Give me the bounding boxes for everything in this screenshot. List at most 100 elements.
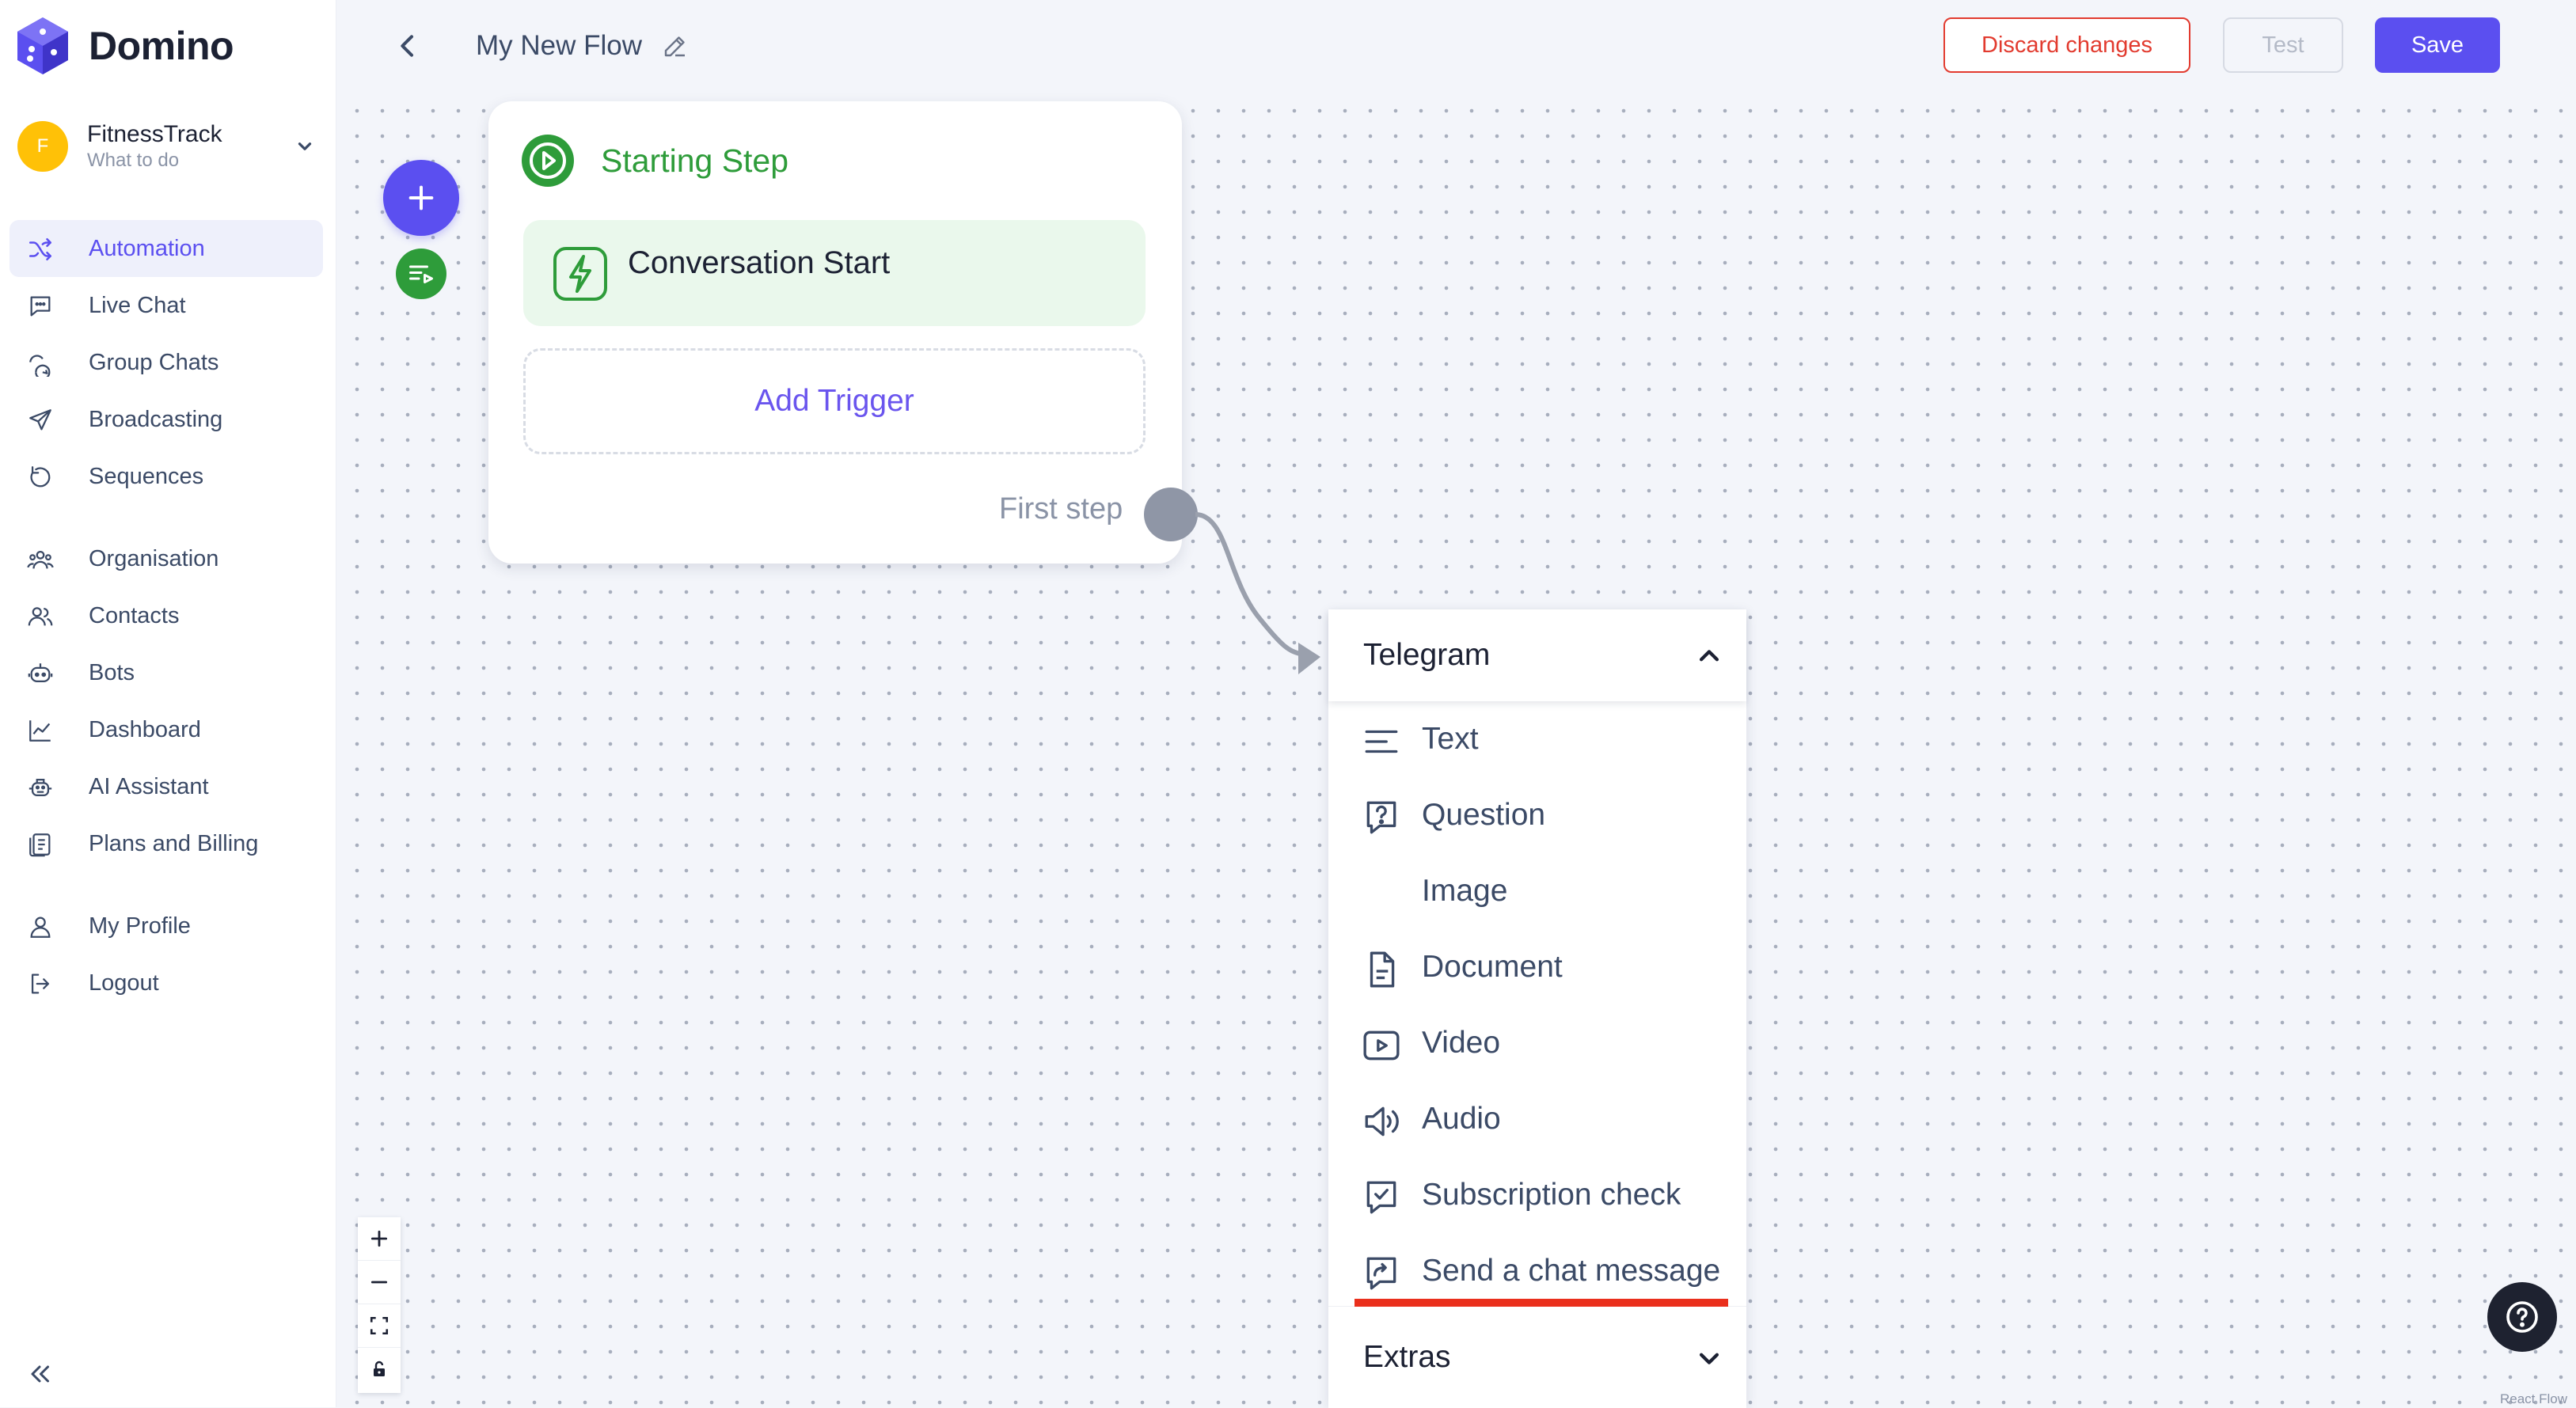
play-circle-icon: [522, 135, 574, 187]
menu-item-label: Video: [1422, 1026, 1501, 1060]
sidebar-item-ai-assistant[interactable]: AI Assistant: [9, 758, 323, 815]
sidebar-item-organisation[interactable]: Organisation: [9, 530, 323, 587]
telegram-section-header[interactable]: Telegram: [1328, 609, 1746, 701]
node-title: Starting Step: [601, 142, 789, 179]
org-switcher[interactable]: F FitnessTrack What to do: [17, 119, 318, 174]
menu-item-question[interactable]: Question: [1328, 780, 1746, 852]
check-bubble-icon: [1366, 1181, 1396, 1214]
starting-step-node[interactable]: Starting Step Conversation Start Add Tri…: [488, 101, 1182, 564]
help-button[interactable]: [2487, 1282, 2557, 1352]
sidebar-item-label: Live Chat: [89, 292, 186, 318]
logout-icon: [31, 973, 50, 994]
menu-item-label: Subscription check: [1422, 1178, 1681, 1212]
connector-edge: [1195, 512, 1320, 674]
trigger-card[interactable]: Conversation Start: [523, 220, 1146, 326]
org-subtitle: What to do: [87, 150, 180, 171]
sidebar-item-label: Bots: [89, 659, 135, 685]
sidebar-item-label: AI Assistant: [89, 773, 209, 799]
sidebar-item-automation[interactable]: Automation: [9, 220, 323, 277]
speaker-icon: [1365, 1106, 1399, 1137]
menu-item-label: Question: [1422, 798, 1546, 832]
brand[interactable]: Domino: [16, 16, 234, 76]
zoom-in-button[interactable]: [358, 1217, 401, 1261]
paper-plane-icon: [29, 409, 51, 431]
collapse-sidebar-icon[interactable]: [25, 1360, 54, 1388]
section-title: Telegram: [1363, 638, 1491, 672]
menu-item-label: Text: [1422, 722, 1479, 756]
sidebar-item-plans-and-billing[interactable]: Plans and Billing: [9, 815, 323, 872]
first-step-label: First step: [999, 492, 1123, 526]
react-flow-attribution[interactable]: React Flow: [2500, 1391, 2567, 1407]
question-circle-icon: [2506, 1301, 2538, 1333]
org-avatar: F: [17, 121, 68, 172]
step-type-menu: Telegram Text Question Image Document Vi…: [1328, 609, 1746, 1408]
sidebar-item-bots[interactable]: Bots: [9, 644, 323, 701]
menu-item-video[interactable]: Video: [1328, 1008, 1746, 1080]
add-trigger-button[interactable]: Add Trigger: [523, 348, 1146, 454]
sidebar-item-label: Logout: [89, 970, 159, 996]
text-lines-icon: [1365, 730, 1398, 753]
menu-item-label: Audio: [1422, 1102, 1501, 1136]
flow-title[interactable]: My New Flow: [476, 30, 642, 62]
sidebar-item-contacts[interactable]: Contacts: [9, 587, 323, 644]
minus-icon: [370, 1281, 388, 1284]
bot-icon: [28, 663, 53, 683]
domino-logo-icon: [17, 17, 68, 74]
sidebar-item-label: Contacts: [89, 602, 180, 628]
shuffle-icon: [28, 237, 52, 261]
menu-item-text[interactable]: Text: [1328, 704, 1746, 776]
fit-view-button[interactable]: [358, 1304, 401, 1348]
sidebar-item-broadcasting[interactable]: Broadcasting: [9, 391, 323, 448]
robot-icon: [28, 778, 52, 797]
sidebar-item-label: Dashboard: [89, 716, 201, 742]
sidebar-item-live-chat[interactable]: Live Chat: [9, 277, 323, 334]
menu-item-send-a-chat-message[interactable]: Send a chat message: [1328, 1236, 1746, 1307]
trigger-label: Conversation Start: [628, 245, 891, 280]
user-icon: [30, 917, 51, 938]
sidebar-item-label: Organisation: [89, 545, 219, 571]
fit-view-icon: [370, 1316, 389, 1335]
menu-item-label: Send a chat message: [1422, 1254, 1721, 1288]
group-chat-icon: [29, 355, 51, 377]
list-play-icon: [409, 265, 433, 283]
discard-changes-button[interactable]: Discard changes: [1943, 17, 2190, 73]
plus-icon: [370, 1230, 388, 1247]
menu-item-image[interactable]: Image: [1328, 856, 1746, 928]
plus-icon: [408, 185, 434, 211]
document-icon: [1370, 951, 1395, 988]
menu-item-audio[interactable]: Audio: [1328, 1084, 1746, 1156]
menu-item-subscription-check[interactable]: Subscription check: [1328, 1160, 1746, 1232]
test-button[interactable]: Test: [2223, 17, 2343, 73]
brand-name: Domino: [89, 24, 234, 68]
chevron-down-icon: [1699, 1353, 1719, 1364]
chart-line-icon: [29, 720, 51, 742]
section-title: Extras: [1363, 1340, 1451, 1374]
add-step-button[interactable]: [383, 160, 459, 236]
pencil-edit-icon[interactable]: [661, 32, 690, 60]
lock-button[interactable]: [358, 1348, 401, 1391]
sidebar-item-dashboard[interactable]: Dashboard: [9, 701, 323, 758]
forward-bubble-icon: [1366, 1257, 1396, 1290]
video-icon: [1363, 1030, 1400, 1061]
sidebar-item-label: Plans and Billing: [89, 830, 259, 856]
lock-icon: [374, 1361, 385, 1376]
sidebar-item-label: Sequences: [89, 463, 204, 489]
sidebar-item-logout[interactable]: Logout: [9, 954, 323, 1011]
chevron-up-icon: [1699, 650, 1719, 662]
sidebar-item-label: My Profile: [89, 913, 191, 939]
sidebar-item-group-chats[interactable]: Group Chats: [9, 334, 323, 391]
back-arrow-icon[interactable]: [392, 30, 424, 62]
menu-item-document[interactable]: Document: [1328, 932, 1746, 1004]
billing-icon: [29, 833, 51, 857]
sidebar-item-label: Automation: [89, 235, 205, 261]
sidebar-item-sequences[interactable]: Sequences: [9, 448, 323, 505]
menu-item-label: Document: [1422, 950, 1563, 984]
sidebar-item-my-profile[interactable]: My Profile: [9, 898, 323, 954]
zoom-out-button[interactable]: [358, 1261, 401, 1304]
extras-section-header[interactable]: Extras: [1328, 1306, 1746, 1408]
chat-bubble-icon: [30, 296, 51, 317]
list-steps-button[interactable]: [396, 249, 446, 299]
chevron-down-icon: [298, 142, 312, 150]
save-button[interactable]: Save: [2375, 17, 2500, 73]
contacts-icon: [28, 607, 53, 626]
